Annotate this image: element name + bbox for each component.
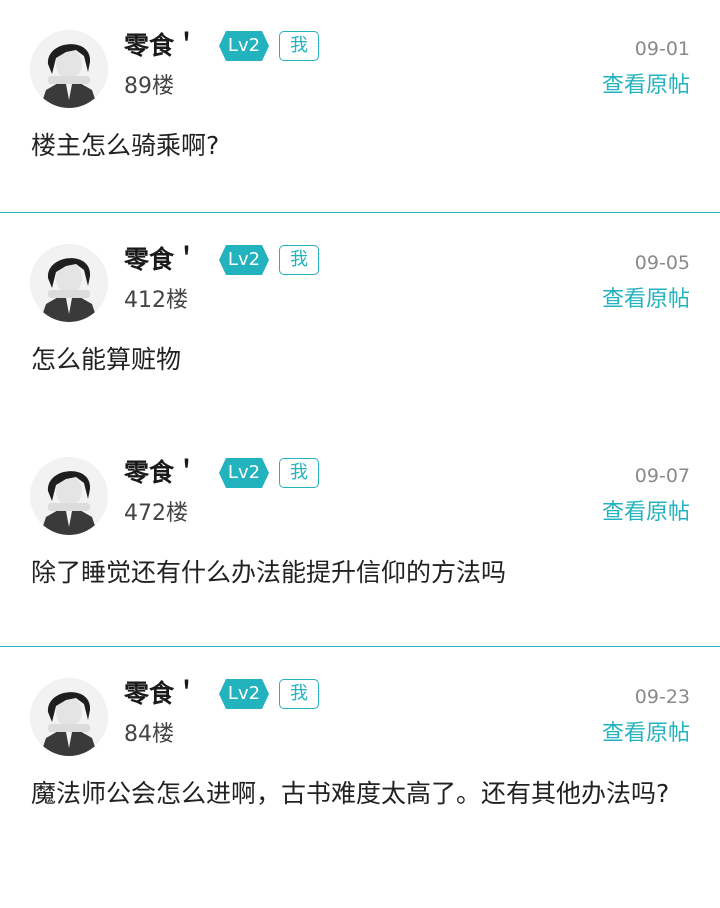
post-date: 09-07 — [634, 465, 690, 487]
me-badge: 我 — [279, 458, 319, 488]
avatar[interactable] — [30, 244, 108, 322]
me-badge: 我 — [279, 679, 319, 709]
avatar-image-icon — [30, 678, 108, 756]
post-item: 零食＇ Lv2 我 412楼 09-05 查看原帖 怎么能算赃物 — [0, 214, 720, 426]
view-original-post-link[interactable]: 查看原帖 — [602, 497, 690, 529]
me-badge: 我 — [279, 31, 319, 61]
view-original-post-link[interactable]: 查看原帖 — [602, 284, 690, 316]
post-content: 除了睡觉还有什么办法能提升信仰的方法吗 — [31, 558, 507, 587]
floor-number: 472楼 — [124, 501, 188, 526]
floor-number: 412楼 — [124, 288, 188, 313]
username[interactable]: 零食＇ — [124, 455, 199, 491]
avatar-image-icon — [30, 457, 108, 535]
post-content: 怎么能算赃物 — [31, 345, 182, 374]
avatar-image-icon — [30, 30, 108, 108]
post-item: 零食＇ Lv2 我 89楼 09-01 查看原帖 楼主怎么骑乘啊? — [0, 0, 720, 212]
post-content: 楼主怎么骑乘啊? — [31, 131, 220, 160]
me-badge: 我 — [279, 245, 319, 275]
level-badge: Lv2 — [219, 31, 269, 61]
divider — [0, 212, 720, 213]
post-item: 零食＇ Lv2 我 84楼 09-23 查看原帖 魔法师公会怎么进啊，古书难度太… — [0, 648, 720, 908]
divider — [0, 646, 720, 647]
post-date: 09-01 — [634, 38, 690, 60]
floor-number: 84楼 — [124, 722, 174, 747]
post-item: 零食＇ Lv2 我 472楼 09-07 查看原帖 除了睡觉还有什么办法能提升信… — [0, 427, 720, 645]
avatar[interactable] — [30, 457, 108, 535]
username[interactable]: 零食＇ — [124, 242, 199, 278]
level-badge: Lv2 — [219, 458, 269, 488]
view-original-post-link[interactable]: 查看原帖 — [602, 70, 690, 102]
floor-number: 89楼 — [124, 74, 174, 99]
level-badge: Lv2 — [219, 245, 269, 275]
post-date: 09-05 — [634, 252, 690, 274]
username[interactable]: 零食＇ — [124, 676, 199, 712]
avatar-image-icon — [30, 244, 108, 322]
level-badge: Lv2 — [219, 679, 269, 709]
avatar[interactable] — [30, 30, 108, 108]
avatar[interactable] — [30, 678, 108, 756]
username[interactable]: 零食＇ — [124, 28, 199, 64]
view-original-post-link[interactable]: 查看原帖 — [602, 718, 690, 750]
post-content: 魔法师公会怎么进啊，古书难度太高了。还有其他办法吗? — [31, 779, 670, 808]
post-date: 09-23 — [634, 686, 690, 708]
